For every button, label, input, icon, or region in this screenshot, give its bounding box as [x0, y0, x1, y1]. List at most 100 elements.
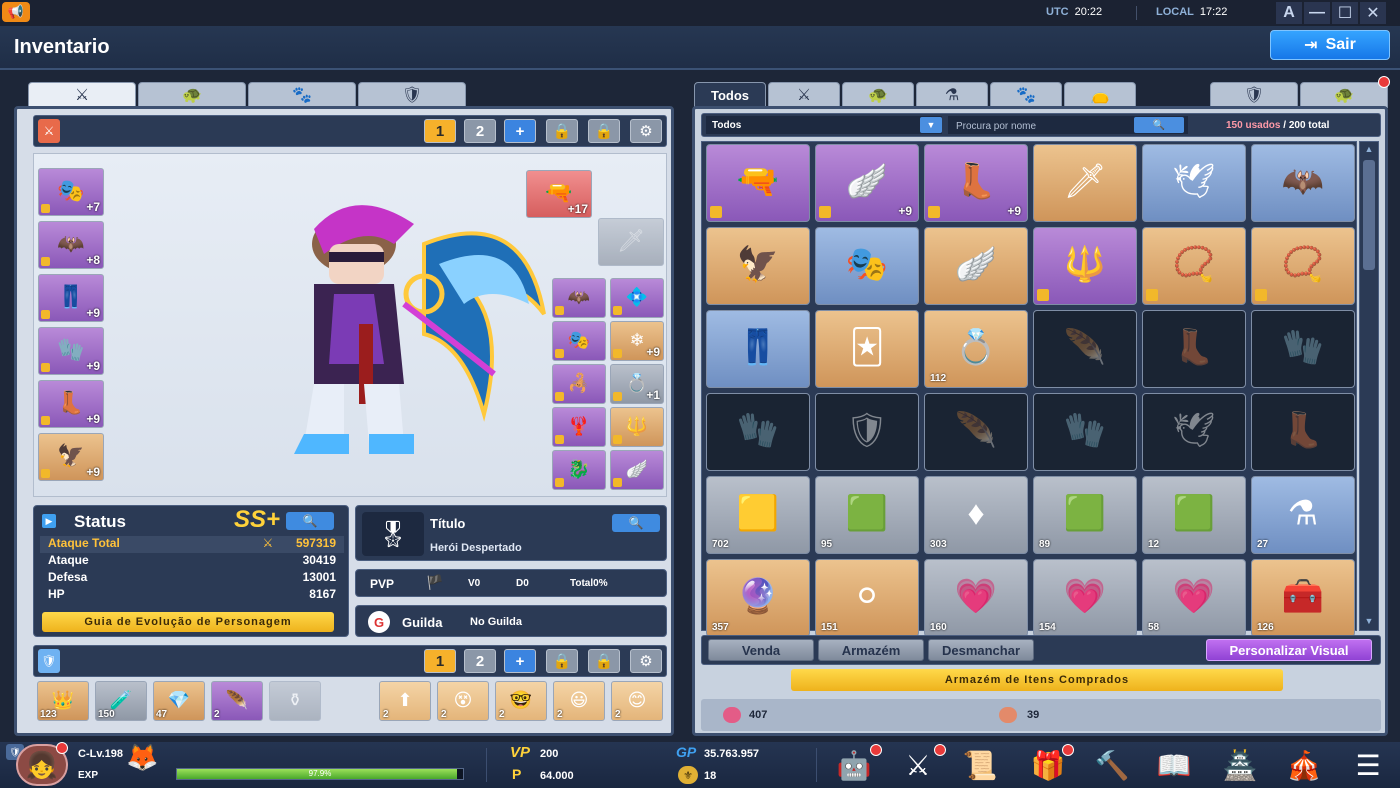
title-detail-button[interactable]: 🔍 [612, 514, 660, 532]
dismantle-button[interactable]: Desmanchar [928, 639, 1034, 661]
inventory-item[interactable]: ⚗ 27 [1251, 476, 1355, 554]
accessory-slot[interactable]: ❄ +9 [610, 321, 664, 361]
accessory-slot[interactable]: 🦞 [552, 407, 606, 447]
inventory-item[interactable]: 🕊 [1142, 144, 1246, 222]
tab-weapons[interactable]: ⚔ [768, 82, 840, 108]
inventory-item[interactable]: 🔫 [706, 144, 810, 222]
inventory-item[interactable]: 📿 [1142, 227, 1246, 305]
accessory-slot[interactable]: 🐉 [552, 450, 606, 490]
inventory-item[interactable]: 🔮 357 [706, 559, 810, 637]
empty-potion-slot[interactable]: ⚱ [269, 681, 321, 721]
scroll-thumb[interactable] [1363, 160, 1375, 270]
lock-quick-4[interactable]: 🔒 [588, 649, 620, 673]
inventory-item[interactable]: 🃏 [815, 310, 919, 388]
emote-slot[interactable]: 🤓 2 [495, 681, 547, 721]
inventory-item[interactable]: 💗 154 [1033, 559, 1137, 637]
accessory-slot[interactable]: 🪽 [610, 450, 664, 490]
quickslot-item[interactable]: 💎 47 [153, 681, 205, 721]
lock-preset-3[interactable]: 🔒 [546, 119, 578, 143]
tab-armor[interactable]: 🐢 [842, 82, 914, 108]
quickslot-item[interactable]: 👑 123 [37, 681, 89, 721]
tab-accessories[interactable]: 🛡 [1210, 82, 1298, 108]
inventory-item[interactable]: 🧤 [1033, 393, 1137, 471]
inventory-item[interactable]: ⚪ 151 [815, 559, 919, 637]
inventory-item[interactable]: 🕊 [1142, 393, 1246, 471]
search-button[interactable]: 🔍 [1134, 117, 1184, 133]
inventory-item[interactable]: 🧰 126 [1251, 559, 1355, 637]
inventory-item[interactable]: 🧤 [706, 393, 810, 471]
emote-slot[interactable]: ⬆ 2 [379, 681, 431, 721]
tab-armor[interactable]: 🐢 [138, 82, 246, 108]
status-detail-button[interactable]: 🔍 [286, 512, 334, 530]
close-button[interactable]: ✕ [1360, 2, 1386, 24]
inventory-item[interactable]: ♦ 303 [924, 476, 1028, 554]
add-quick-preset-button[interactable]: + [504, 649, 536, 673]
inventory-item[interactable]: 🟨 702 [706, 476, 810, 554]
tab-weapons[interactable]: ⚔ [28, 82, 136, 108]
inventory-item[interactable]: 👢 +9 [924, 144, 1028, 222]
inventory-item[interactable]: 🪽 [924, 227, 1028, 305]
exit-button[interactable]: ⇥ Sair [1270, 30, 1390, 60]
character-icon[interactable]: 🤖 [834, 746, 874, 784]
equip-slot[interactable]: 🦇 +8 [38, 221, 104, 269]
inventory-item[interactable]: 🪶 [1033, 310, 1137, 388]
accessory-slot[interactable]: 🦇 [552, 278, 606, 318]
accessory-slot[interactable]: 💠 [610, 278, 664, 318]
quest-icon[interactable]: 📜 [960, 746, 1000, 784]
customize-visual-button[interactable]: Personalizar Visual [1206, 639, 1372, 661]
accessory-slot[interactable]: 🎭 [552, 321, 606, 361]
inventory-item[interactable]: 🟩 12 [1142, 476, 1246, 554]
lock-quick-3[interactable]: 🔒 [546, 649, 578, 673]
settings-button[interactable]: ⚙ [630, 119, 662, 143]
font-size-button[interactable]: A [1276, 2, 1302, 24]
inventory-item[interactable]: 🛡 [815, 393, 919, 471]
scroll-up-icon[interactable]: ▲ [1362, 144, 1376, 156]
weapon-slot[interactable]: 🔫 +17 [526, 170, 592, 218]
scroll-down-icon[interactable]: ▼ [1362, 616, 1376, 628]
sell-button[interactable]: Venda [708, 639, 814, 661]
secondary-weapon-slot[interactable]: 🗡 [598, 218, 664, 266]
quick-preset-2-button[interactable]: 2 [464, 649, 496, 673]
weapons-icon[interactable]: ⚔ [898, 746, 938, 784]
equip-slot[interactable]: 👖 +9 [38, 274, 104, 322]
auction-icon[interactable]: 🔨 [1092, 746, 1132, 784]
emote-slot[interactable]: 😃 2 [553, 681, 605, 721]
accessory-slot[interactable]: 🔱 [610, 407, 664, 447]
evolution-guide-button[interactable]: Guia de Evolução de Personagem [42, 612, 334, 632]
chevron-down-icon[interactable]: ▼ [920, 117, 942, 133]
tab-all[interactable]: Todos [694, 82, 766, 108]
event-icon[interactable]: 🎪 [1284, 746, 1324, 784]
inventory-item[interactable]: 🧤 [1251, 310, 1355, 388]
inventory-item[interactable]: 🟩 89 [1033, 476, 1137, 554]
inventory-item[interactable]: 🎭 [815, 227, 919, 305]
emote-slot[interactable]: 😊 2 [611, 681, 663, 721]
megaphone-icon[interactable]: 📢 [2, 2, 30, 22]
tab-accessories[interactable]: 🛡 [358, 82, 466, 108]
scrollbar[interactable]: ▲ ▼ [1359, 141, 1379, 631]
inventory-item[interactable]: 💗 160 [924, 559, 1028, 637]
inventory-item[interactable]: 👖 [706, 310, 810, 388]
collection-icon[interactable]: 📖 [1154, 746, 1194, 784]
inventory-item[interactable]: 🦇 [1251, 144, 1355, 222]
add-preset-button[interactable]: + [504, 119, 536, 143]
equip-slot[interactable]: 🎭 +7 [38, 168, 104, 216]
tab-consumables[interactable]: ⚗ [916, 82, 988, 108]
inventory-item[interactable]: 💍 112 [924, 310, 1028, 388]
equip-slot[interactable]: 🧤 +9 [38, 327, 104, 375]
quick-settings-button[interactable]: ⚙ [630, 649, 662, 673]
tab-pets[interactable]: 🐾 [248, 82, 356, 108]
inventory-item[interactable]: 👢 [1142, 310, 1246, 388]
minimize-button[interactable]: — [1304, 2, 1330, 24]
preset-2-button[interactable]: 2 [464, 119, 496, 143]
storage-button[interactable]: Armazém [818, 639, 924, 661]
inventory-item[interactable]: 🔱 [1033, 227, 1137, 305]
inventory-item[interactable]: 🪶 [924, 393, 1028, 471]
accessory-slot[interactable]: 💍 +1 [610, 364, 664, 404]
inventory-item[interactable]: 💗 58 [1142, 559, 1246, 637]
inventory-item[interactable]: 🟩 95 [815, 476, 919, 554]
lock-preset-4[interactable]: 🔒 [588, 119, 620, 143]
tab-pets[interactable]: 🐾 [990, 82, 1062, 108]
quickslot-item[interactable]: 🪶 2 [211, 681, 263, 721]
guild-menu-icon[interactable]: 🏯 [1220, 746, 1260, 784]
accessory-slot[interactable]: 🦂 [552, 364, 606, 404]
